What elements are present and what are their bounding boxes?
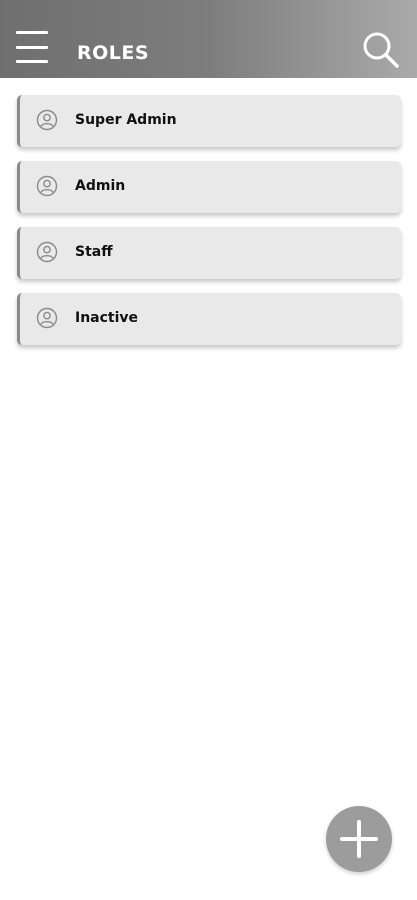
role-item-staff[interactable]: Staff xyxy=(17,227,401,279)
menu-bar xyxy=(16,60,48,63)
hamburger-menu-icon[interactable] xyxy=(16,31,50,63)
app-header: ROLES xyxy=(0,0,417,78)
add-role-button[interactable] xyxy=(326,806,392,872)
user-circle-icon xyxy=(36,109,58,131)
user-circle-icon xyxy=(36,307,58,329)
role-item-super-admin[interactable]: Super Admin xyxy=(17,95,401,147)
menu-bar xyxy=(16,45,48,49)
role-label: Super Admin xyxy=(75,112,177,128)
user-circle-icon xyxy=(36,241,58,263)
page-title: ROLES xyxy=(77,42,150,64)
role-label: Admin xyxy=(75,178,126,194)
role-item-inactive[interactable]: Inactive xyxy=(17,293,401,345)
roles-list: Super Admin Admin Staff Inactive xyxy=(17,95,401,359)
user-circle-icon xyxy=(36,175,58,197)
role-item-admin[interactable]: Admin xyxy=(17,161,401,213)
role-label: Inactive xyxy=(75,310,139,326)
plus-icon xyxy=(340,820,378,858)
search-icon[interactable] xyxy=(361,30,401,70)
role-label: Staff xyxy=(75,244,113,260)
menu-bar xyxy=(16,31,48,34)
roles-screen: ROLES Super Admin Admin Staff Inactive xyxy=(0,0,417,900)
